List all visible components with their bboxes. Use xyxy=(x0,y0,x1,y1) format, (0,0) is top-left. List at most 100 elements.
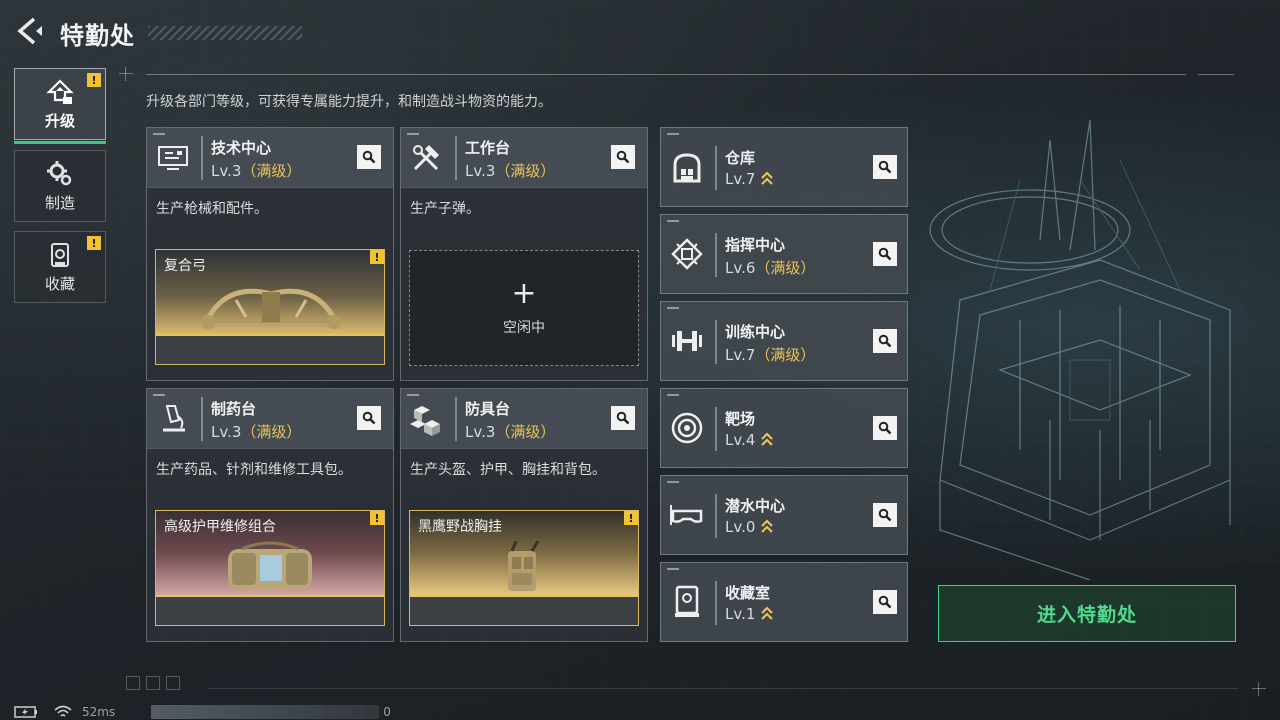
facility-card-armor-bench[interactable]: 防具台 Lv.3（满级） 生产头盔、护甲、胸挂和背包。 黑鹰野战胸挂 ! xyxy=(400,388,648,642)
facility-level: Lv.1 xyxy=(725,605,774,623)
item-name: 黑鹰野战胸挂 xyxy=(418,519,502,535)
crafting-item-slot[interactable]: 高级护甲维修组合 ! xyxy=(155,510,385,626)
inspect-button[interactable] xyxy=(873,416,897,440)
collection-icon xyxy=(51,242,69,267)
facility-name: 训练中心 xyxy=(725,323,786,341)
facility-card-diving-center[interactable]: 潜水中心 Lv.0 xyxy=(660,475,908,555)
facility-description: 生产药品、针剂和维修工具包。 xyxy=(156,462,352,478)
computer-icon xyxy=(158,146,188,170)
search-icon xyxy=(878,247,892,261)
facility-name: 收藏室 xyxy=(725,584,771,602)
crafting-item-slot[interactable]: 黑鹰野战胸挂 ! xyxy=(409,510,639,626)
status-bar-placeholder xyxy=(151,705,380,719)
facility-card-shooting-range[interactable]: 靶场 Lv.4 xyxy=(660,388,908,468)
compound-bow-image xyxy=(201,288,341,329)
facility-card-workbench[interactable]: 工作台 Lv.3（满级） 生产子弹。 + 空闲中 xyxy=(400,127,648,381)
warning-badge: ! xyxy=(87,236,101,250)
microscope-icon xyxy=(163,405,185,432)
nav-tab-label: 收藏 xyxy=(44,274,75,293)
search-icon xyxy=(362,411,376,425)
facility-description: 生产头盔、护甲、胸挂和背包。 xyxy=(410,462,606,478)
inspect-button[interactable] xyxy=(357,145,381,169)
idle-crafting-slot[interactable]: + 空闲中 xyxy=(409,250,639,366)
facility-level: Lv.3（满级） xyxy=(211,423,302,441)
chip-icon xyxy=(671,238,703,270)
add-icon: + xyxy=(511,276,537,311)
divider-right xyxy=(1198,74,1234,75)
status-value: 0 xyxy=(383,705,391,719)
wifi-icon xyxy=(54,705,72,717)
nav-tab-craft[interactable]: 制造 xyxy=(14,150,106,222)
facility-card-warehouse[interactable]: 仓库 Lv.7 xyxy=(660,127,908,207)
facility-level: Lv.3（满级） xyxy=(211,162,302,180)
status-bar: 52ms 0 xyxy=(14,704,391,720)
upgrade-available-icon xyxy=(761,171,774,185)
inspect-button[interactable] xyxy=(611,145,635,169)
page-description: 升级各部门等级，可获得专属能力提升，和制造战斗物资的能力。 xyxy=(146,94,552,110)
inspect-button[interactable] xyxy=(357,406,381,430)
facility-name: 仓库 xyxy=(725,149,756,167)
nav-tab-label: 制造 xyxy=(44,193,75,212)
gears-icon xyxy=(47,160,72,185)
facility-level: Lv.3（满级） xyxy=(465,423,556,441)
search-icon xyxy=(878,160,892,174)
bottom-divider xyxy=(208,688,1238,689)
facility-level: Lv.7 （满级） xyxy=(725,345,816,365)
search-icon xyxy=(616,411,630,425)
upgrade-icon xyxy=(46,78,74,104)
frame-decoration xyxy=(126,676,190,690)
network-ping: 52ms xyxy=(82,705,116,719)
facility-name: 工作台 xyxy=(465,139,511,157)
search-icon xyxy=(878,421,892,435)
inspect-button[interactable] xyxy=(873,155,897,179)
back-arrow-icon[interactable] xyxy=(14,16,44,46)
facility-level: Lv.6 （满级） xyxy=(725,258,816,278)
facility-name: 靶场 xyxy=(725,410,756,428)
upgrade-available-icon xyxy=(761,519,774,533)
crafting-item-slot[interactable]: 复合弓 ! xyxy=(155,249,385,365)
facility-description: 生产子弹。 xyxy=(410,201,480,217)
goggles-icon xyxy=(670,505,703,525)
facility-name: 技术中心 xyxy=(211,139,272,157)
facility-name: 指挥中心 xyxy=(725,236,786,254)
nav-tab-upgrade[interactable]: 升级 ! xyxy=(14,68,106,144)
divider xyxy=(146,74,1186,75)
search-icon xyxy=(878,595,892,609)
corner-marker xyxy=(1252,682,1266,696)
upgrade-available-icon xyxy=(761,432,774,446)
showcase-icon xyxy=(675,585,699,617)
chest-rig-image xyxy=(508,540,540,591)
warning-badge: ! xyxy=(370,250,384,264)
item-name: 复合弓 xyxy=(164,258,206,274)
warehouse-icon xyxy=(673,153,701,183)
facility-level: Lv.3（满级） xyxy=(465,162,556,180)
facility-level: Lv.4 xyxy=(725,431,774,449)
facility-card-collection-room[interactable]: 收藏室 Lv.1 xyxy=(660,562,908,642)
nav-tab-collection[interactable]: 收藏 ! xyxy=(14,231,106,303)
inspect-button[interactable] xyxy=(873,329,897,353)
inspect-button[interactable] xyxy=(611,406,635,430)
facility-name: 防具台 xyxy=(465,400,511,418)
search-icon xyxy=(616,150,630,164)
warning-badge: ! xyxy=(87,73,101,87)
battery-icon xyxy=(14,706,37,718)
inspect-button[interactable] xyxy=(873,590,897,614)
dumbbell-icon xyxy=(672,331,702,351)
search-icon xyxy=(878,508,892,522)
warning-badge: ! xyxy=(370,511,384,525)
inspect-button[interactable] xyxy=(873,242,897,266)
facility-card-pharmacy[interactable]: 制药台 Lv.3（满级） 生产药品、针剂和维修工具包。 高级护甲维修组合 ! xyxy=(146,388,394,642)
boxes-icon xyxy=(410,406,440,436)
idle-status: 空闲中 xyxy=(503,320,545,336)
facility-card-training-center[interactable]: 训练中心 Lv.7 （满级） xyxy=(660,301,908,381)
enter-special-ops-button[interactable]: 进入特勤处 xyxy=(938,585,1236,642)
facility-card-tech-center[interactable]: 技术中心 Lv.3（满级） 生产枪械和配件。 复合弓 ! xyxy=(146,127,394,381)
search-icon xyxy=(362,150,376,164)
warning-badge: ! xyxy=(624,511,638,525)
facility-description: 生产枪械和配件。 xyxy=(156,201,268,217)
inspect-button[interactable] xyxy=(873,503,897,527)
base-structure-illustration xyxy=(929,120,1231,580)
facility-card-command-center[interactable]: 指挥中心 Lv.6 （满级） xyxy=(660,214,908,294)
tools-icon xyxy=(413,145,439,171)
nav-tab-label: 升级 xyxy=(44,111,75,130)
